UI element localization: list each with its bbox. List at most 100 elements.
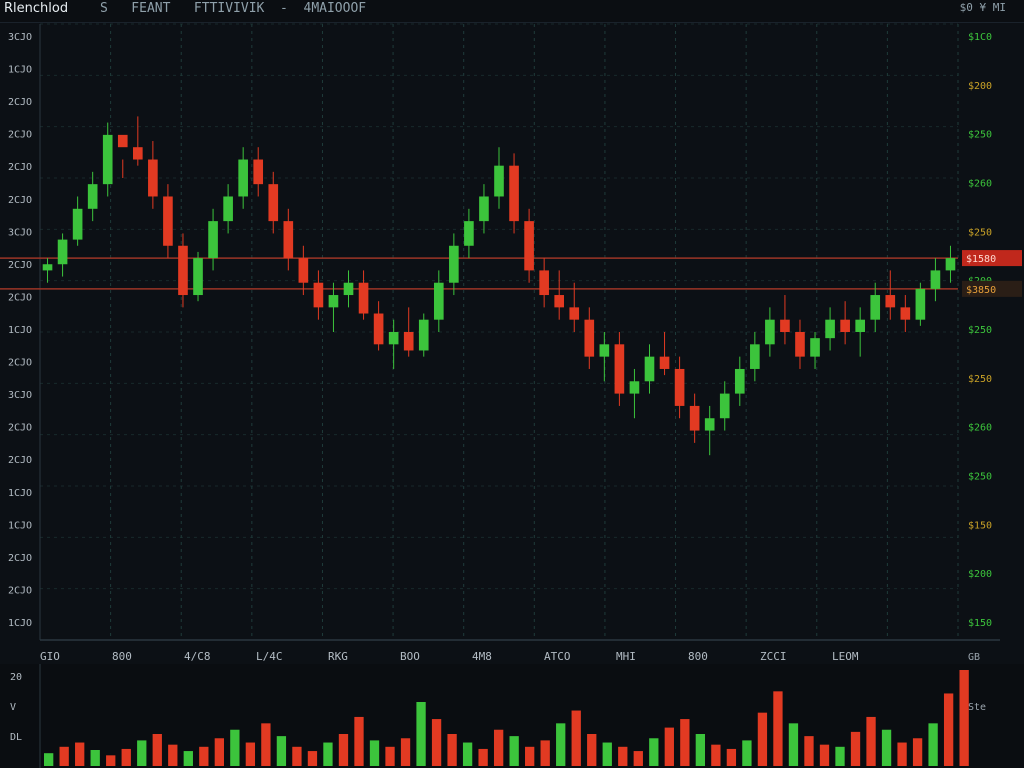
volume-bar — [943, 693, 954, 766]
candle-body — [734, 368, 745, 394]
volume-bar — [509, 736, 519, 766]
candle-body — [719, 393, 730, 419]
candle-body — [765, 319, 775, 345]
candle-body — [780, 319, 790, 332]
candle-body — [283, 221, 294, 259]
volume-tick-label: V — [10, 702, 16, 713]
volume-bar — [773, 691, 783, 766]
candle-body — [644, 356, 655, 382]
volume-bar — [695, 734, 706, 766]
x-tick-label: LEOM — [832, 650, 859, 663]
right-tick-label: $1C0 — [968, 32, 992, 43]
y-tick-label: 3CJO — [8, 32, 32, 43]
volume-bar — [835, 746, 845, 766]
volume-bar — [478, 748, 488, 766]
x-tick-label: 800 — [112, 650, 132, 663]
volume-bar — [866, 716, 876, 766]
right-tick-label: $250 — [968, 130, 992, 141]
y-tick-label: 2CJO — [8, 423, 32, 434]
volume-bar — [106, 755, 116, 766]
candle-body — [403, 332, 414, 351]
candle-body — [945, 258, 956, 271]
candle-body — [42, 264, 53, 271]
volume-bar — [493, 729, 504, 766]
candle-body — [328, 295, 339, 308]
x-tick-label: BOO — [400, 650, 420, 663]
candle-body — [569, 307, 580, 320]
candle-body — [614, 344, 625, 394]
right-axis-labels: $1C0 $200 $250 $260 $250 $200 $250 $250 $260 $250… — [962, 32, 1022, 629]
candle-body — [72, 208, 83, 240]
volume-bar — [276, 736, 287, 766]
y-tick-label: 1CJO — [8, 520, 32, 531]
candle-body — [388, 332, 399, 345]
y-tick-label: 2CJO — [8, 195, 32, 206]
right-tick-label: $260 — [968, 423, 992, 434]
price-tag-red-label: $1580 — [966, 254, 996, 265]
y-tick-label: 3CJO — [8, 227, 32, 238]
right-tick-label: $250 — [968, 472, 992, 483]
candle-body — [238, 159, 248, 197]
y-tick-label: 1CJO — [8, 488, 32, 499]
candle-body — [870, 295, 881, 320]
right-tick-label: $150 — [968, 618, 992, 629]
volume-bar — [850, 731, 861, 766]
volume-bar — [152, 734, 162, 766]
candle-body — [840, 319, 850, 332]
candle-body — [133, 147, 143, 160]
volume-bar — [587, 734, 597, 766]
volume-bar — [462, 742, 473, 766]
candle-body — [885, 295, 896, 308]
candle-body — [494, 165, 504, 197]
volume-bar — [742, 740, 752, 766]
y-tick-label: 2CJO — [8, 130, 32, 141]
volume-bar — [540, 740, 550, 766]
candle-body — [433, 282, 444, 320]
y-tick-label: 2CJO — [8, 260, 32, 271]
right-tick-label: $150 — [968, 520, 992, 531]
y-tick-label: 2CJO — [8, 585, 32, 596]
candle-body — [148, 159, 158, 197]
volume-bar — [307, 751, 318, 766]
volume-bar — [959, 670, 969, 766]
candle-body — [418, 319, 429, 351]
candle-body — [464, 221, 474, 246]
volume-bar — [245, 742, 256, 766]
candle-body — [689, 405, 700, 431]
volume-bar — [602, 742, 612, 766]
volume-bar — [183, 751, 193, 766]
volume-bar — [230, 729, 240, 766]
right-tick-label: $250 — [968, 374, 992, 385]
right-tick-label: $200 — [968, 81, 992, 92]
candle-body — [750, 344, 760, 369]
volume-bar — [121, 748, 131, 766]
candle-body — [704, 418, 715, 431]
volume-bar — [90, 750, 100, 766]
volume-bar — [757, 712, 768, 766]
candle-body — [102, 134, 113, 185]
candle-body — [539, 270, 549, 296]
volume-bar — [819, 744, 830, 766]
volume-bar — [649, 738, 659, 766]
y-tick-label: 1CJO — [8, 618, 32, 629]
volume-bar — [881, 729, 892, 766]
candle-body — [223, 196, 233, 222]
volume-tick-label: DL — [10, 732, 22, 743]
x-tick-label: RKG — [328, 650, 348, 663]
volume-bar — [571, 710, 581, 766]
volume-bar — [525, 746, 535, 766]
candle-body — [659, 356, 670, 369]
volume-bar — [75, 742, 85, 766]
volume-bar — [214, 738, 224, 766]
volume-bar — [928, 723, 938, 766]
candlestick-chart[interactable]: 3CJO 1CJO 2CJO 2CJO 2CJO 2CJO 3CJO 2CJO 2CJO 1CJO… — [0, 0, 1024, 768]
price-tag-orange-label: $3850 — [966, 285, 996, 296]
price-level-lines — [0, 257, 958, 290]
volume-bar — [261, 723, 271, 766]
y-tick-label: 2CJO — [8, 97, 32, 108]
volume-bar — [804, 736, 814, 766]
x-tick-label: ZCCI — [760, 650, 787, 663]
candle-body — [298, 258, 309, 283]
x-tick-label: L/4C — [256, 650, 283, 663]
candle-body — [509, 165, 519, 222]
